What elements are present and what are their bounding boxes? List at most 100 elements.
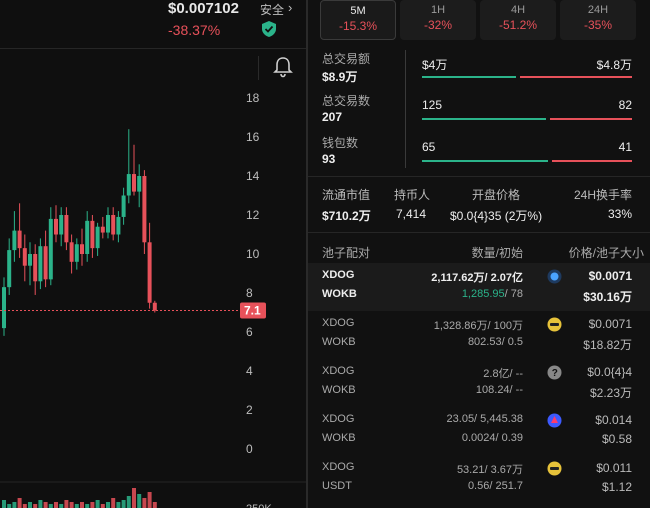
candle-body	[100, 226, 105, 233]
candle-body	[80, 244, 84, 254]
candle-body	[111, 215, 116, 235]
pool-price: $0.0071	[588, 317, 632, 331]
pool-row[interactable]: XDOG WOKB 23.05/ 5,445.38 0.0024/ 0.39 $0.01…	[308, 407, 650, 455]
tab-label: 1H	[430, 4, 446, 16]
volume-bar	[106, 502, 110, 508]
volume-bar	[126, 496, 131, 508]
volume-bar	[28, 502, 32, 508]
volume-bar	[7, 504, 12, 508]
candle-body	[121, 195, 126, 217]
dex-icon-2	[547, 461, 562, 476]
tab-change: -51.2%	[498, 18, 538, 32]
tab-change: -32%	[423, 18, 452, 32]
divider	[0, 48, 306, 49]
tx-sell: 82	[618, 98, 632, 112]
pool-token-b: WOKB	[322, 432, 356, 444]
candle-body	[2, 287, 6, 329]
volume-value: $8.9万	[322, 70, 358, 84]
pool-qty-b-initial: 802.53/ 0.5	[467, 336, 523, 348]
open-price-label: 开盘价格	[472, 188, 521, 202]
tx-buy: 125	[422, 98, 443, 112]
tab-label: 5M	[350, 5, 366, 17]
tab-label: 24H	[587, 4, 609, 16]
volume-bar	[142, 498, 147, 508]
volume-bar	[111, 498, 116, 508]
current-price-label: 7.1	[244, 304, 261, 318]
candle-body	[7, 250, 12, 288]
y-tick-label: 12	[246, 208, 260, 222]
tab-1h[interactable]: 1H -32%	[400, 0, 476, 40]
candle-body	[54, 218, 58, 235]
candle-body	[116, 216, 121, 235]
pool-token-a: XDOG	[322, 365, 355, 377]
wallet-count-value: 93	[322, 152, 336, 166]
pool-row[interactable]: XDOG WOKB 2,117.62万/ 2.07亿 1,285.95/ 78 $0.0…	[308, 263, 650, 311]
tab-5m[interactable]: 5M -15.3%	[320, 0, 396, 40]
pool-price: $0.0{4}4	[587, 365, 632, 379]
y-tick-label: 0	[246, 442, 253, 456]
candle-body	[22, 248, 27, 266]
dex-icon-2	[547, 317, 562, 332]
token-price: $0.007102	[168, 0, 239, 17]
volume-buy-bar	[422, 76, 516, 78]
chevron-right-icon[interactable]: ›	[288, 0, 292, 15]
pool-qty-a: 2,117.62万/ 2.07亿	[431, 272, 523, 284]
pool-qty-b: 0.0024/ 0.39	[462, 432, 523, 444]
pool-size: $2.23万	[589, 386, 632, 400]
volume-bar	[69, 502, 74, 508]
holders-value: 7,414	[396, 207, 427, 221]
wallet-sell-bar	[552, 160, 632, 162]
volume-bar	[33, 504, 38, 508]
pool-row[interactable]: XDOG USDT 53.21/ 3.67万 0.56/ 251.7 $0.011 $1.…	[308, 455, 650, 503]
pool-size: $18.82万	[583, 338, 632, 352]
pool-token-b: USDT	[322, 480, 352, 492]
pool-row[interactable]: XDOG WOKB 2.8亿/ -- 108.24/ --? $0.0{4}4 $2.23…	[308, 359, 650, 407]
shield-check-icon	[262, 21, 276, 37]
pool-token-b: WOKB	[322, 384, 356, 396]
tab-change: -35%	[583, 18, 612, 32]
y-tick-label: 4	[246, 364, 253, 378]
pool-token-a: XDOG	[322, 413, 355, 425]
tab-4h[interactable]: 4H -51.2%	[480, 0, 556, 40]
volume-bar	[54, 502, 58, 508]
pool-price-header: 价格/池子大小	[568, 246, 644, 260]
volume-buy: $4万	[422, 58, 448, 72]
volume-bar	[12, 502, 17, 508]
candle-body	[38, 246, 43, 282]
wallet-count-label: 钱包数	[322, 136, 359, 150]
pool-token-b: WOKB	[322, 288, 357, 300]
volume-bar	[64, 500, 69, 508]
y-tick-label: 18	[246, 91, 260, 105]
alert-area	[258, 56, 306, 80]
pool-token-b: WOKB	[322, 336, 356, 348]
pool-row[interactable]: XDOG WOKB 1,328.86万/ 100万 802.53/ 0.5 $0.007…	[308, 311, 650, 359]
divider	[405, 50, 406, 168]
turnover-label: 24H换手率	[573, 188, 632, 202]
circulating-label: 流通市值	[322, 188, 371, 202]
timeframe-tabs: 5M -15.3% 1H -32% 4H -51.2% 24H -35%	[320, 0, 636, 40]
pool-qty-b-initial: 0.0024/ 0.39	[461, 432, 523, 444]
volume-bar	[152, 502, 157, 508]
candle-body	[43, 246, 48, 280]
bell-icon[interactable]	[273, 56, 293, 78]
pool-qty-b-initial: / 78	[504, 288, 523, 300]
pool-price: $0.014	[595, 413, 632, 427]
dex-icon-3	[547, 413, 562, 428]
pool-size: $0.58	[601, 432, 632, 446]
pool-size: $30.16万	[583, 290, 632, 304]
candle-body	[90, 220, 95, 249]
tx-count-label: 总交易数	[322, 94, 371, 108]
candlestick-chart[interactable]: 18 16 14 12 10 8 6 4 2 0 250K 7.1	[0, 80, 306, 508]
volume-axis-label: 250K	[246, 503, 272, 508]
pool-qty-a: 1,328.86万/ 100万	[433, 320, 523, 332]
candle-body	[74, 244, 79, 262]
candle-body	[95, 226, 100, 249]
safety-label[interactable]: 安全	[260, 1, 284, 18]
pool-qty-b-initial: 0.56/ 251.7	[467, 480, 523, 492]
tab-24h[interactable]: 24H -35%	[560, 0, 636, 40]
y-tick-label: 14	[246, 169, 260, 183]
candle-body	[12, 230, 17, 251]
volume-label: 总交易额	[322, 52, 371, 66]
tx-sell-bar	[550, 118, 632, 120]
pool-size: $1.12	[601, 480, 632, 494]
